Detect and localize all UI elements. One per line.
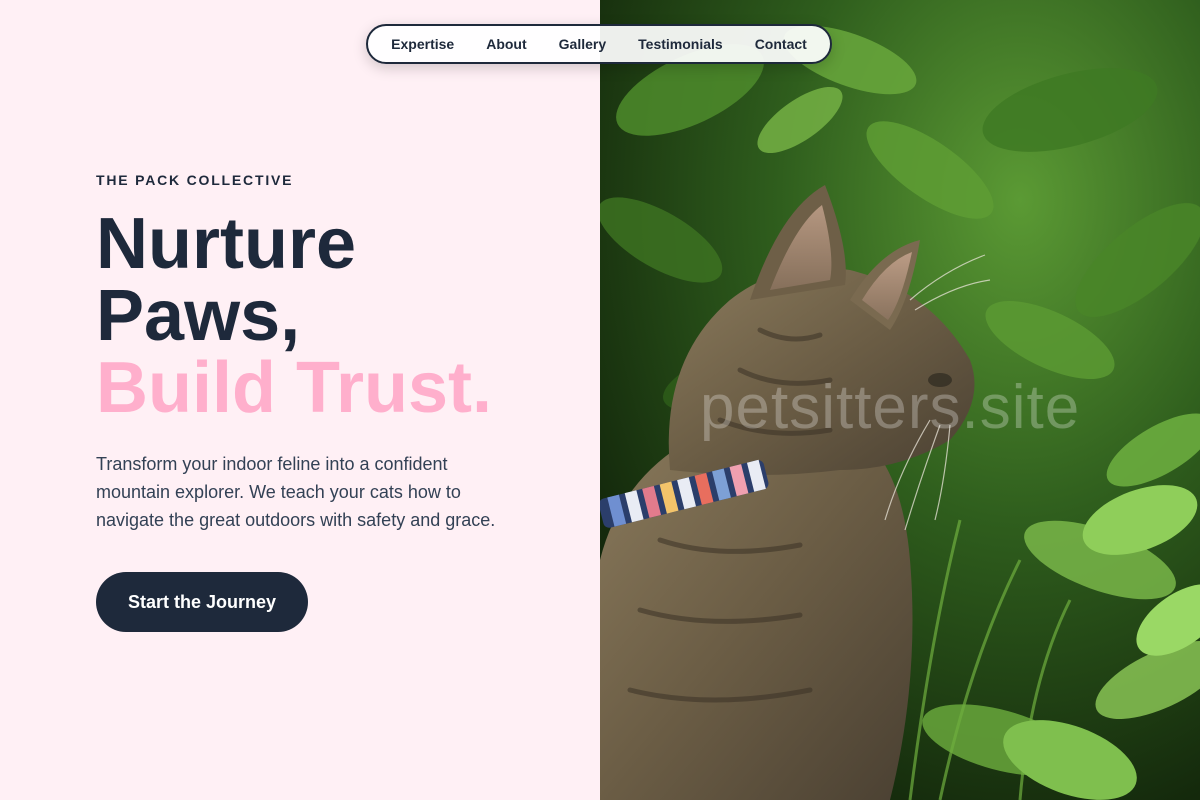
headline-line-2: Paws,	[96, 276, 301, 356]
nav-link-contact[interactable]: Contact	[755, 36, 807, 52]
headline-line-1: Nurture	[96, 204, 357, 284]
hero-image-panel	[600, 0, 1200, 800]
hero-headline: Nurture Paws, Build Trust.	[96, 208, 576, 424]
cat-in-foliage-photo	[600, 0, 1200, 800]
hero-description: Transform your indoor feline into a conf…	[96, 454, 496, 530]
nav-link-gallery[interactable]: Gallery	[559, 36, 606, 52]
main-nav: Expertise About Gallery Testimonials Con…	[366, 24, 832, 64]
headline-accent: Build Trust.	[96, 348, 492, 428]
landing-page: Expertise About Gallery Testimonials Con…	[0, 0, 1200, 800]
nav-link-about[interactable]: About	[486, 36, 526, 52]
nav-link-testimonials[interactable]: Testimonials	[638, 36, 723, 52]
nav-link-expertise[interactable]: Expertise	[391, 36, 454, 52]
hero-text-panel: THE PACK COLLECTIVE Nurture Paws, Build …	[0, 0, 600, 800]
start-journey-button[interactable]: Start the Journey	[96, 572, 309, 632]
hero-eyebrow: THE PACK COLLECTIVE	[96, 172, 294, 188]
